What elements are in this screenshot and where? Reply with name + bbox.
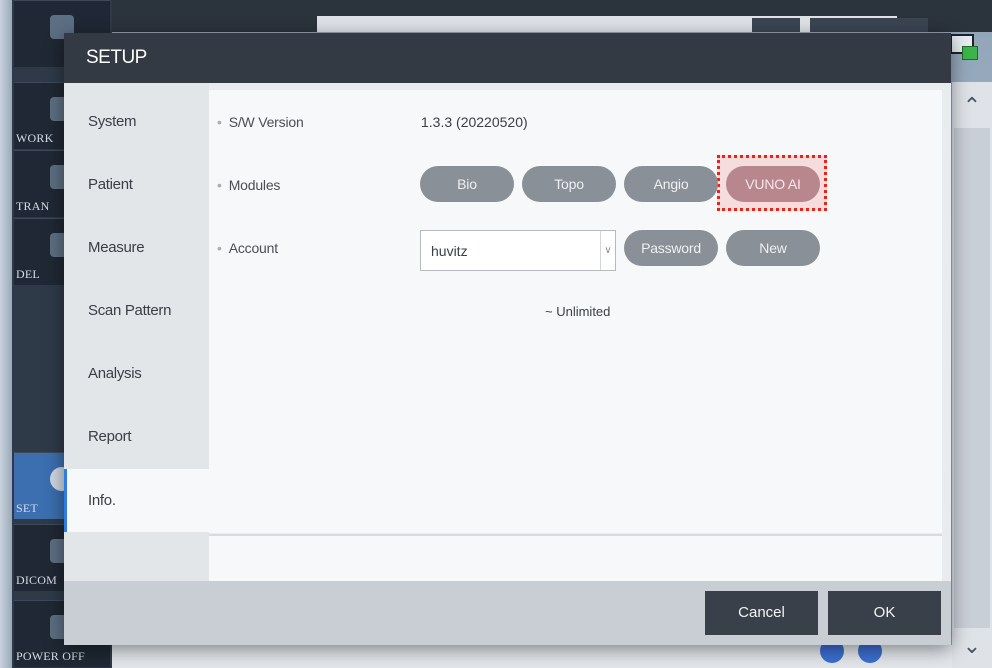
sidebar-tile-label: WORK bbox=[16, 131, 54, 145]
background-toolbar-button bbox=[752, 18, 800, 32]
nav-item-system[interactable]: System bbox=[64, 90, 209, 153]
account-selected-value: huvitz bbox=[431, 243, 468, 259]
background-scrollbar[interactable]: ⌃ ⌄ bbox=[952, 82, 992, 668]
network-status-icon bbox=[950, 34, 980, 60]
nav-item-patient[interactable]: Patient bbox=[64, 153, 209, 216]
chevron-up-icon[interactable]: ⌃ bbox=[960, 94, 984, 118]
sidebar-tile-label: DEL bbox=[16, 267, 40, 281]
sw-version-label: • S/W Version bbox=[217, 114, 304, 130]
password-button[interactable]: Password bbox=[624, 230, 718, 266]
info-panel-lower bbox=[209, 534, 942, 583]
ok-button[interactable]: OK bbox=[828, 591, 941, 635]
background-patient-row bbox=[112, 639, 952, 668]
nav-item-scan-pattern[interactable]: Scan Pattern bbox=[64, 279, 209, 342]
scroll-track[interactable] bbox=[954, 128, 990, 628]
setup-dialog: SETUP System Patient Measure Scan Patter… bbox=[64, 33, 951, 645]
module-bio-button[interactable]: Bio bbox=[420, 166, 514, 202]
chevron-down-icon[interactable]: ⌄ bbox=[960, 634, 984, 658]
chevron-down-icon[interactable]: ∨ bbox=[600, 231, 615, 270]
sidebar-tile-label: POWER OFF bbox=[16, 649, 85, 663]
dialog-footer: Cancel OK bbox=[64, 581, 951, 645]
sidebar-tile-label: TRAN bbox=[16, 199, 50, 213]
account-label: • Account bbox=[217, 240, 278, 256]
modules-label: • Modules bbox=[217, 177, 281, 193]
background-toolbar-button bbox=[810, 18, 928, 32]
nav-item-analysis[interactable]: Analysis bbox=[64, 342, 209, 405]
module-vuno-ai-button[interactable]: VUNO AI bbox=[726, 166, 820, 202]
setup-nav: System Patient Measure Scan Pattern Anal… bbox=[64, 83, 209, 581]
sw-version-value: 1.3.3 (20220520) bbox=[421, 114, 528, 130]
background-edge bbox=[0, 0, 12, 668]
background-toolbar bbox=[112, 0, 992, 32]
nav-item-report[interactable]: Report bbox=[64, 405, 209, 468]
account-select[interactable]: huvitz ∨ bbox=[420, 230, 616, 271]
module-angio-button[interactable]: Angio bbox=[624, 166, 718, 202]
nav-item-info[interactable]: Info. bbox=[64, 469, 209, 532]
dialog-header: SETUP bbox=[64, 33, 951, 83]
license-status: ~ Unlimited bbox=[545, 304, 611, 319]
nav-item-measure[interactable]: Measure bbox=[64, 216, 209, 279]
info-panel: • S/W Version 1.3.3 (20220520) • Modules B… bbox=[209, 90, 942, 533]
cancel-button[interactable]: Cancel bbox=[705, 591, 818, 635]
sidebar-tile-label: SET bbox=[16, 501, 38, 515]
dialog-title: SETUP bbox=[86, 47, 147, 68]
module-topo-button[interactable]: Topo bbox=[522, 166, 616, 202]
new-account-button[interactable]: New bbox=[726, 230, 820, 266]
sidebar-tile-label: DICOM bbox=[16, 573, 58, 587]
